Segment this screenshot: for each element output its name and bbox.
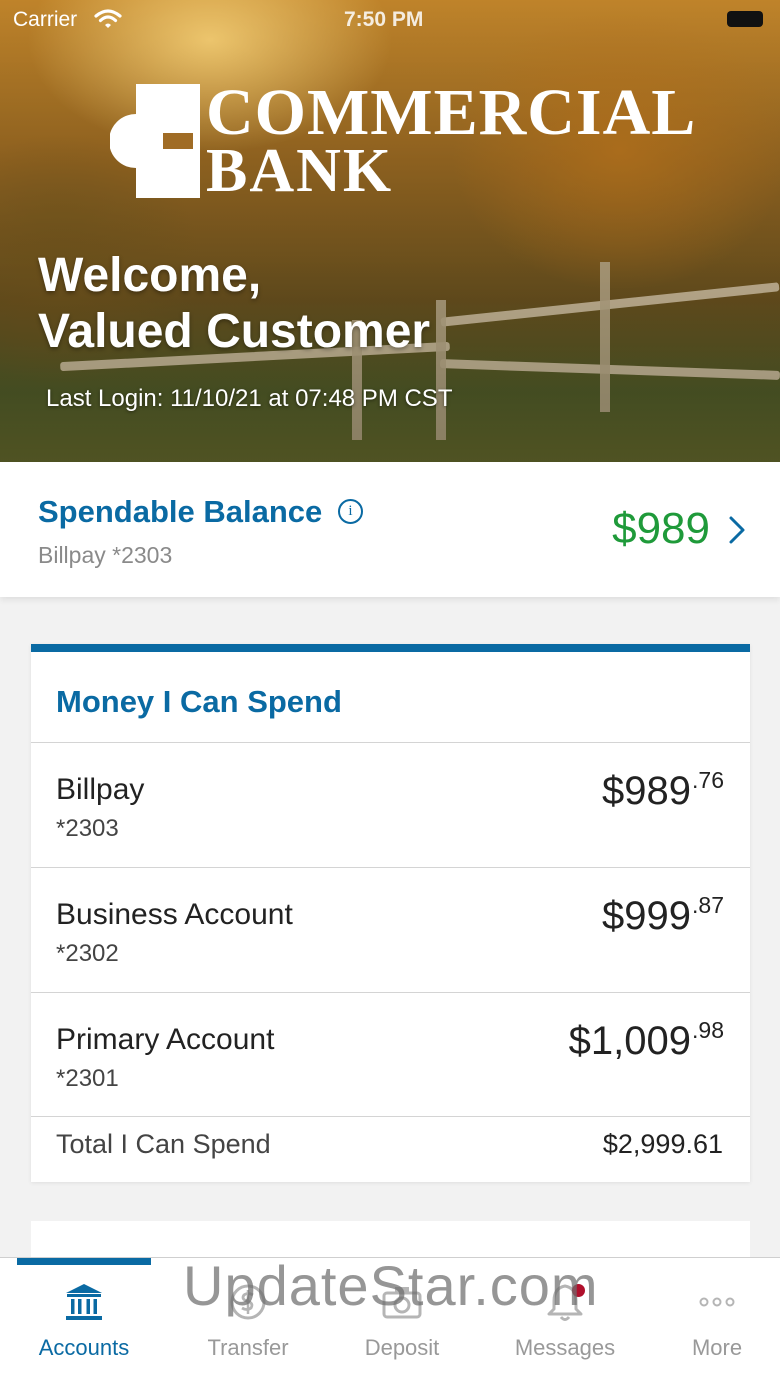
account-name: Business Account [56,898,293,931]
watermark: UpdateStar.com [183,1254,599,1317]
account-name: Billpay [56,773,145,806]
account-number: *2301 [56,1065,119,1092]
total-label: Total I Can Spend [56,1129,271,1159]
account-number: *2302 [56,940,119,967]
info-icon[interactable]: i [338,499,363,524]
balance-cents: .87 [692,892,724,918]
wifi-icon [94,8,122,36]
spendable-account: Billpay *2303 [38,542,173,568]
account-balance: $999.87 [602,892,724,939]
balance-main: $999 [602,894,692,938]
logo-mark-icon [110,84,200,198]
account-balance: $1,009.98 [569,1017,724,1064]
welcome-line2: Valued Customer [38,305,431,358]
balance-main: $1,009 [568,1019,692,1063]
active-tab-indicator [17,1258,151,1265]
account-number: *2303 [56,815,119,842]
clock: 7:50 PM [344,8,424,31]
total-value: $2,999.61 [602,1129,723,1159]
welcome-heading: Welcome, Valued Customer [38,248,430,360]
welcome-line1: Welcome, [38,249,262,302]
last-login: Last Login: 11/10/21 at 07:48 PM CST [46,385,453,412]
account-balance: $989.76 [602,767,724,814]
card-title: Money I Can Spend [56,684,342,719]
bank-logo: COMMERCIAL BANK [110,80,695,205]
carrier-label: Carrier [13,8,78,31]
status-bar: Carrier 7:50 PM [0,0,780,40]
hero-banner: Carrier 7:50 PM COMMERCIAL BANK Welcome,… [0,0,780,462]
spendable-balance-card[interactable]: Spendable Balance i Billpay *2303 $989 [0,462,780,597]
balance-main: $989 [602,769,692,813]
balance-cents: .76 [692,767,724,793]
total-row: Total I Can Spend $2,999.61 [31,1116,750,1175]
balance-cents: .98 [692,1017,724,1043]
logo-line2: BANK [206,137,394,205]
account-name: Primary Account [56,1023,275,1056]
tab-accounts[interactable]: Accounts [17,1258,151,1388]
spendable-title: Spendable Balance [38,494,323,529]
account-row[interactable]: Billpay *2303 $989.76 [31,742,750,867]
tab-label: More [691,1335,743,1360]
tab-label: Transfer [207,1335,289,1360]
tab-label: Deposit [364,1335,440,1360]
bank-icon [66,1284,102,1320]
more-dots-icon [699,1297,735,1307]
spendable-amount: $989 [612,504,710,553]
account-row[interactable]: Primary Account *2301 $1,009.98 [31,992,750,1117]
money-i-can-spend-card: Money I Can Spend Billpay *2303 $989.76 … [31,644,750,1182]
tab-more[interactable]: More [650,1258,780,1388]
chevron-right-icon[interactable] [722,514,750,546]
tab-label: Accounts [38,1335,130,1360]
account-row[interactable]: Business Account *2302 $999.87 [31,867,750,992]
battery-icon [727,11,763,27]
tab-label: Messages [514,1335,616,1360]
